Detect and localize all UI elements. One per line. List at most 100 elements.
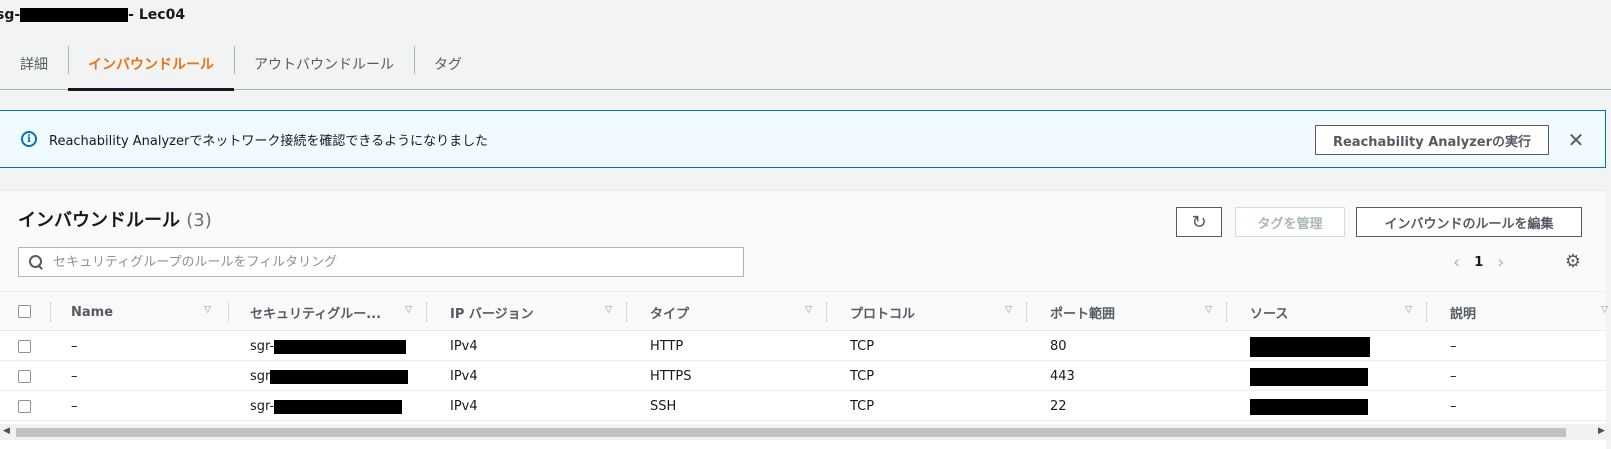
info-banner: i Reachability Analyzerでネットワーク接続を確認できるよう… <box>0 110 1606 168</box>
cell-protocol: TCP <box>850 399 875 414</box>
tab-bar: 詳細 インバウンドルール アウトバウンドルール タグ <box>0 38 1611 91</box>
column-ip-version[interactable]: IP バージョン ▽ <box>450 292 612 332</box>
info-icon: i <box>21 131 37 147</box>
sort-icon: ▽ <box>805 305 812 315</box>
edit-inbound-rules-button[interactable]: インバウンドのルールを編集 <box>1356 207 1582 237</box>
column-port-range[interactable]: ポート範囲 ▽ <box>1050 292 1212 332</box>
scrollbar-thumb[interactable] <box>16 428 1566 437</box>
cell-ip-version: IPv4 <box>450 369 478 384</box>
scroll-right-icon[interactable]: ▶ <box>1598 426 1605 436</box>
table-row[interactable]: – sgr- IPv4 HTTP TCP 80 – <box>0 332 1606 361</box>
cell-type: HTTP <box>650 339 684 354</box>
column-type-label: タイプ <box>650 306 690 322</box>
select-all-checkbox[interactable] <box>18 305 31 318</box>
page: sg- - Lec04 詳細 インバウンドルール アウトバウンドルール タグ i… <box>0 0 1611 449</box>
column-divider <box>1426 302 1427 322</box>
column-divider <box>1226 302 1227 322</box>
next-page-icon[interactable]: › <box>1497 252 1504 273</box>
cell-ip-version: IPv4 <box>450 339 478 354</box>
redacted-source <box>1250 336 1370 357</box>
search-input[interactable] <box>53 254 733 270</box>
current-page[interactable]: 1 <box>1474 255 1483 270</box>
tab-outbound-rules[interactable]: アウトバウンドルール <box>234 38 414 90</box>
cell-port-range: 22 <box>1050 399 1067 414</box>
cell-source <box>1250 392 1368 421</box>
rule-id-text: sgr- <box>250 399 275 414</box>
close-icon[interactable]: ✕ <box>1564 125 1588 155</box>
manage-tags-button[interactable]: タグを管理 <box>1235 207 1345 237</box>
column-name-label: Name <box>71 304 114 320</box>
panel-header: インバウンドルール (3) ↻ タグを管理 インバウンドのルールを編集 ‹ 1 … <box>0 191 1606 291</box>
gear-icon[interactable]: ⚙ <box>1563 251 1583 272</box>
rule-id-text: sgr- <box>250 339 275 354</box>
table-row[interactable]: – sgr IPv4 HTTPS TCP 443 – <box>0 362 1606 391</box>
row-checkbox[interactable] <box>18 400 31 413</box>
column-description[interactable]: 説明 ▽ <box>1450 292 1608 332</box>
cell-rule-id: sgr <box>250 362 409 391</box>
banner-text: Reachability Analyzerでネットワーク接続を確認できるようにな… <box>49 133 489 149</box>
table-header: Name ▽ セキュリティグルー... ▽ IP バージョン ▽ タイプ ▽ プロトコル… <box>0 291 1608 332</box>
column-source[interactable]: ソース ▽ <box>1250 292 1412 332</box>
column-divider <box>426 302 427 322</box>
column-protocol[interactable]: プロトコル ▽ <box>850 292 1012 332</box>
sort-icon: ▽ <box>605 305 612 315</box>
refresh-button[interactable]: ↻ <box>1176 207 1222 237</box>
column-divider <box>1026 302 1027 322</box>
horizontal-scrollbar[interactable]: ◀ ▶ <box>0 424 1611 440</box>
cell-rule-id: sgr- <box>250 392 403 421</box>
column-rule-id-label: セキュリティグルー... <box>250 306 382 322</box>
cell-description: – <box>1450 369 1457 384</box>
sort-icon: ▽ <box>1601 305 1608 315</box>
column-port-range-label: ポート範囲 <box>1050 306 1116 322</box>
sort-icon: ▽ <box>1005 305 1012 315</box>
cell-description: – <box>1450 339 1457 354</box>
sort-icon: ▽ <box>1205 305 1212 315</box>
run-reachability-analyzer-button[interactable]: Reachability Analyzerの実行 <box>1315 125 1549 155</box>
redacted-rule-id <box>274 339 407 354</box>
sort-icon: ▽ <box>204 305 211 315</box>
column-ip-version-label: IP バージョン <box>450 306 534 322</box>
cell-rule-id: sgr- <box>250 332 407 361</box>
row-checkbox[interactable] <box>18 340 31 353</box>
refresh-icon: ↻ <box>1191 211 1207 233</box>
pagination: ‹ 1 › <box>1453 247 1504 277</box>
rule-id-text: sgr <box>250 369 271 384</box>
prev-page-icon[interactable]: ‹ <box>1453 252 1460 273</box>
rule-count: (3) <box>186 210 212 231</box>
redacted-group-id <box>20 8 129 22</box>
page-title: sg- - Lec04 <box>0 4 185 26</box>
column-divider <box>228 302 229 322</box>
column-name[interactable]: Name ▽ <box>71 292 211 332</box>
title-prefix: sg- <box>0 7 21 23</box>
column-description-label: 説明 <box>1450 306 1477 322</box>
cell-type: HTTPS <box>650 369 692 384</box>
cell-description: – <box>1450 399 1457 414</box>
redacted-source <box>1250 367 1368 386</box>
column-source-label: ソース <box>1250 306 1289 322</box>
search-icon <box>29 255 43 269</box>
cell-port-range: 80 <box>1050 339 1067 354</box>
cell-protocol: TCP <box>850 339 875 354</box>
panel-title: インバウンドルール (3) <box>18 206 212 232</box>
cell-name: – <box>71 339 78 354</box>
title-suffix: - Lec04 <box>128 7 186 23</box>
cell-protocol: TCP <box>850 369 875 384</box>
cell-source <box>1250 362 1368 391</box>
cell-source <box>1250 332 1370 361</box>
cell-port-range: 443 <box>1050 369 1075 384</box>
cell-ip-version: IPv4 <box>450 399 478 414</box>
column-rule-id[interactable]: セキュリティグルー... ▽ <box>250 292 412 332</box>
column-type[interactable]: タイプ ▽ <box>650 292 812 332</box>
table-row[interactable]: – sgr- IPv4 SSH TCP 22 – <box>0 392 1606 421</box>
tab-details[interactable]: 詳細 <box>0 38 68 90</box>
tab-tags[interactable]: タグ <box>414 38 482 90</box>
row-checkbox[interactable] <box>18 370 31 383</box>
search-box <box>18 247 744 277</box>
tab-inbound-rules[interactable]: インバウンドルール <box>68 38 234 91</box>
column-divider <box>626 302 627 322</box>
scroll-left-icon[interactable]: ◀ <box>3 426 10 436</box>
cell-type: SSH <box>650 399 677 414</box>
redacted-source <box>1250 398 1368 415</box>
inbound-rules-panel: インバウンドルール (3) ↻ タグを管理 インバウンドのルールを編集 ‹ 1 … <box>0 190 1608 449</box>
column-protocol-label: プロトコル <box>850 306 916 322</box>
